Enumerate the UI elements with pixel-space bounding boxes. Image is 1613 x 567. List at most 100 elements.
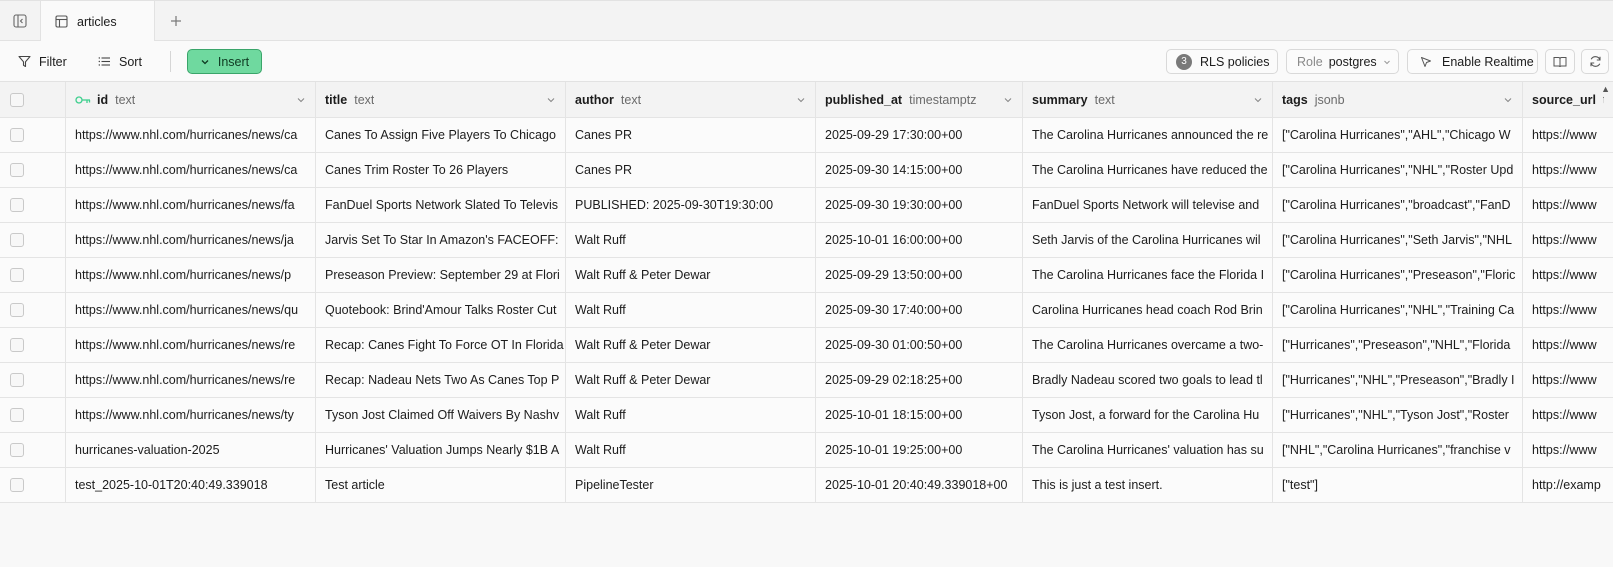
cell-title[interactable]: Tyson Jost Claimed Off Waivers By Nashv [316, 398, 566, 432]
table-row[interactable]: test_2025-10-01T20:40:49.339018 Test arti… [0, 468, 1613, 503]
cell-source-url[interactable]: https://www [1523, 398, 1613, 432]
cell-source-url[interactable]: https://www [1523, 328, 1613, 362]
cell-id[interactable]: https://www.nhl.com/hurricanes/news/ja [66, 223, 316, 257]
chevron-down-icon[interactable] [796, 95, 806, 105]
column-header-source-url[interactable]: source_url t [1523, 82, 1613, 117]
cell-source-url[interactable]: https://www [1523, 293, 1613, 327]
column-header-summary[interactable]: summary text [1023, 82, 1273, 117]
cell-published-at[interactable]: 2025-10-01 16:00:00+00 [816, 223, 1023, 257]
table-row[interactable]: https://www.nhl.com/hurricanes/news/ca Ca… [0, 153, 1613, 188]
tab-articles[interactable]: articles [41, 1, 155, 42]
refresh-button[interactable] [1581, 49, 1609, 74]
enable-realtime-button[interactable]: Enable Realtime [1407, 49, 1538, 74]
table-row[interactable]: hurricanes-valuation-2025 Hurricanes' Val… [0, 433, 1613, 468]
cell-source-url[interactable]: https://www [1523, 433, 1613, 467]
table-row[interactable]: https://www.nhl.com/hurricanes/news/qu Qu… [0, 293, 1613, 328]
cell-summary[interactable]: The Carolina Hurricanes have reduced the [1023, 153, 1273, 187]
row-checkbox[interactable] [10, 338, 24, 352]
cell-tags[interactable]: ["Carolina Hurricanes","Preseason","Flor… [1273, 258, 1523, 292]
filter-button[interactable]: Filter [18, 49, 67, 74]
column-header-published-at[interactable]: published_at timestamptz [816, 82, 1023, 117]
cell-author[interactable]: Walt Ruff [566, 223, 816, 257]
column-header-tags[interactable]: tags jsonb [1273, 82, 1523, 117]
cell-source-url[interactable]: https://www [1523, 363, 1613, 397]
cell-title[interactable]: Jarvis Set To Star In Amazon's FACEOFF: [316, 223, 566, 257]
cell-title[interactable]: Test article [316, 468, 566, 502]
cell-author[interactable]: Canes PR [566, 153, 816, 187]
table-row[interactable]: https://www.nhl.com/hurricanes/news/ca Ca… [0, 118, 1613, 153]
role-select[interactable]: Role postgres [1286, 49, 1399, 74]
cell-title[interactable]: Hurricanes' Valuation Jumps Nearly $1B A [316, 433, 566, 467]
cell-author[interactable]: PUBLISHED: 2025-09-30T19:30:00 [566, 188, 816, 222]
sort-button[interactable]: Sort [98, 49, 142, 74]
cell-summary[interactable]: Carolina Hurricanes head coach Rod Brin [1023, 293, 1273, 327]
cell-title[interactable]: Recap: Nadeau Nets Two As Canes Top P [316, 363, 566, 397]
cell-source-url[interactable]: https://www [1523, 258, 1613, 292]
cell-author[interactable]: Walt Ruff & Peter Dewar [566, 363, 816, 397]
cell-published-at[interactable]: 2025-09-29 13:50:00+00 [816, 258, 1023, 292]
cell-summary[interactable]: Tyson Jost, a forward for the Carolina H… [1023, 398, 1273, 432]
cell-published-at[interactable]: 2025-09-30 14:15:00+00 [816, 153, 1023, 187]
cell-author[interactable]: Canes PR [566, 118, 816, 152]
cell-summary[interactable]: Bradly Nadeau scored two goals to lead t… [1023, 363, 1273, 397]
chevron-down-icon[interactable] [296, 95, 306, 105]
cell-author[interactable]: PipelineTester [566, 468, 816, 502]
rls-policies-button[interactable]: 3 RLS policies [1166, 49, 1278, 74]
cell-summary[interactable]: This is just a test insert. [1023, 468, 1273, 502]
chevron-down-icon[interactable] [1503, 95, 1513, 105]
row-checkbox[interactable] [10, 268, 24, 282]
cell-id[interactable]: https://www.nhl.com/hurricanes/news/qu [66, 293, 316, 327]
add-tab-button[interactable] [166, 11, 186, 31]
cell-published-at[interactable]: 2025-09-29 02:18:25+00 [816, 363, 1023, 397]
cell-id[interactable]: hurricanes-valuation-2025 [66, 433, 316, 467]
cell-published-at[interactable]: 2025-10-01 19:25:00+00 [816, 433, 1023, 467]
chevron-down-icon[interactable] [1003, 95, 1013, 105]
cell-title[interactable]: Quotebook: Brind'Amour Talks Roster Cut [316, 293, 566, 327]
table-row[interactable]: https://www.nhl.com/hurricanes/news/p Pre… [0, 258, 1613, 293]
cell-published-at[interactable]: 2025-10-01 18:15:00+00 [816, 398, 1023, 432]
table-row[interactable]: https://www.nhl.com/hurricanes/news/re Re… [0, 328, 1613, 363]
cell-source-url[interactable]: https://www [1523, 153, 1613, 187]
docs-button[interactable] [1545, 49, 1575, 74]
cell-tags[interactable]: ["Carolina Hurricanes","AHL","Chicago W [1273, 118, 1523, 152]
column-header-id[interactable]: id text [66, 82, 316, 117]
cell-summary[interactable]: The Carolina Hurricanes face the Florida… [1023, 258, 1273, 292]
cell-id[interactable]: https://www.nhl.com/hurricanes/news/fa [66, 188, 316, 222]
cell-tags[interactable]: ["Hurricanes","NHL","Tyson Jost","Roster [1273, 398, 1523, 432]
row-checkbox[interactable] [10, 128, 24, 142]
cell-tags[interactable]: ["Hurricanes","NHL","Preseason","Bradly … [1273, 363, 1523, 397]
cell-published-at[interactable]: 2025-09-30 19:30:00+00 [816, 188, 1023, 222]
cell-tags[interactable]: ["Carolina Hurricanes","Seth Jarvis","NH… [1273, 223, 1523, 257]
row-checkbox[interactable] [10, 408, 24, 422]
row-checkbox[interactable] [10, 163, 24, 177]
cell-summary[interactable]: The Carolina Hurricanes' valuation has s… [1023, 433, 1273, 467]
cell-author[interactable]: Walt Ruff [566, 293, 816, 327]
sidebar-toggle-button[interactable] [0, 1, 41, 41]
table-row[interactable]: https://www.nhl.com/hurricanes/news/re Re… [0, 363, 1613, 398]
cell-tags[interactable]: ["Hurricanes","Preseason","NHL","Florida [1273, 328, 1523, 362]
cell-published-at[interactable]: 2025-09-30 01:00:50+00 [816, 328, 1023, 362]
row-checkbox[interactable] [10, 478, 24, 492]
cell-id[interactable]: https://www.nhl.com/hurricanes/news/ca [66, 153, 316, 187]
cell-title[interactable]: Recap: Canes Fight To Force OT In Florid… [316, 328, 566, 362]
cell-tags[interactable]: ["Carolina Hurricanes","NHL","Training C… [1273, 293, 1523, 327]
select-all-checkbox[interactable] [10, 92, 24, 107]
row-checkbox[interactable] [10, 198, 24, 212]
cell-tags[interactable]: ["Carolina Hurricanes","NHL","Roster Upd [1273, 153, 1523, 187]
cell-tags[interactable]: ["NHL","Carolina Hurricanes","franchise … [1273, 433, 1523, 467]
cell-published-at[interactable]: 2025-09-29 17:30:00+00 [816, 118, 1023, 152]
table-row[interactable]: https://www.nhl.com/hurricanes/news/ja Ja… [0, 223, 1613, 258]
cell-id[interactable]: https://www.nhl.com/hurricanes/news/re [66, 328, 316, 362]
cell-summary[interactable]: The Carolina Hurricanes overcame a two- [1023, 328, 1273, 362]
cell-published-at[interactable]: 2025-10-01 20:40:49.339018+00 [816, 468, 1023, 502]
cell-author[interactable]: Walt Ruff & Peter Dewar [566, 328, 816, 362]
cell-id[interactable]: https://www.nhl.com/hurricanes/news/p [66, 258, 316, 292]
row-checkbox[interactable] [10, 443, 24, 457]
chevron-down-icon[interactable] [546, 95, 556, 105]
scroll-up-arrow-icon[interactable]: ▲ [1601, 84, 1610, 94]
cell-id[interactable]: https://www.nhl.com/hurricanes/news/ca [66, 118, 316, 152]
cell-id[interactable]: https://www.nhl.com/hurricanes/news/ty [66, 398, 316, 432]
insert-button[interactable]: Insert [187, 49, 262, 74]
cell-summary[interactable]: Seth Jarvis of the Carolina Hurricanes w… [1023, 223, 1273, 257]
cell-author[interactable]: Walt Ruff [566, 398, 816, 432]
